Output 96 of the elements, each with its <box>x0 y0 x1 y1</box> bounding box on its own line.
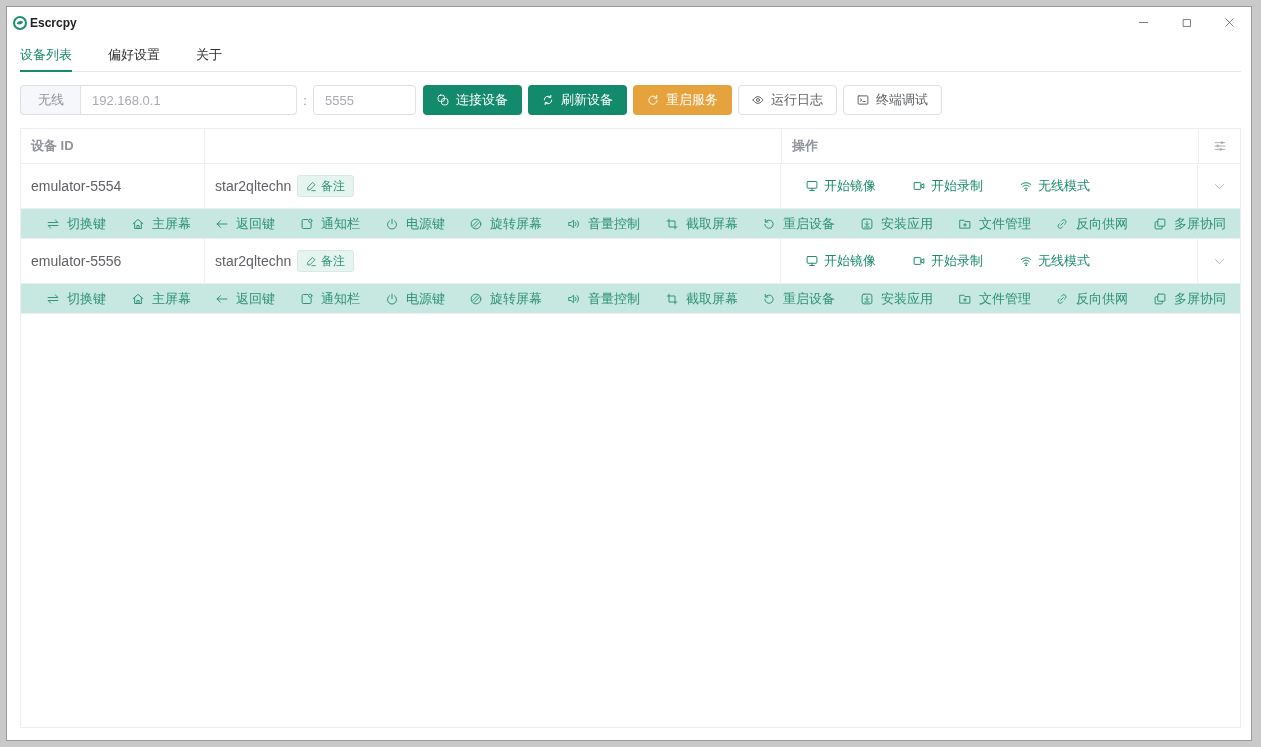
control-button[interactable]: 音量控制 <box>567 214 640 233</box>
control-button[interactable]: 通知栏 <box>300 214 360 233</box>
swap-arrows-icon <box>47 217 59 230</box>
speaker-icon <box>567 217 580 230</box>
control-button[interactable]: 安装应用 <box>860 289 933 308</box>
note-button[interactable]: 备注 <box>297 250 355 272</box>
eye-icon <box>752 94 764 106</box>
circular-arrow-icon <box>763 292 776 305</box>
refresh-button[interactable]: 刷新设备 <box>528 85 627 115</box>
circular-arrow-icon <box>647 94 659 106</box>
monitor-icon <box>806 255 818 267</box>
linked-squares-icon <box>437 94 449 106</box>
notification-icon <box>300 217 313 230</box>
control-button[interactable]: 电源键 <box>385 289 445 308</box>
control-button[interactable]: 文件管理 <box>958 214 1031 233</box>
control-button[interactable]: 截取屏幕 <box>665 214 738 233</box>
row-action-button[interactable]: 无线模式 <box>1020 177 1090 195</box>
control-button[interactable]: 截取屏幕 <box>665 289 738 308</box>
crop-icon <box>665 292 678 305</box>
control-button[interactable]: 反向供网 <box>1056 289 1129 308</box>
control-button[interactable]: 多屏协同 <box>1153 214 1226 233</box>
wifi-icon <box>1020 180 1032 192</box>
separator-label: : <box>302 92 308 108</box>
left-arrow-icon <box>216 217 229 230</box>
tab[interactable]: 设备列表 <box>20 38 72 72</box>
terminal-icon <box>857 94 869 106</box>
control-button[interactable]: 旋转屏幕 <box>470 289 543 308</box>
circular-arrow-icon <box>763 217 776 230</box>
slashed-circle-icon <box>470 217 483 230</box>
restart-service-button[interactable]: 重启服务 <box>633 85 732 115</box>
control-button[interactable]: 重启设备 <box>763 289 836 308</box>
link-icon <box>1056 292 1069 305</box>
swap-arrows-icon <box>47 292 59 305</box>
control-button[interactable]: 多屏协同 <box>1153 289 1226 308</box>
control-button[interactable]: 返回键 <box>216 289 276 308</box>
device-id: emulator-5554 <box>31 178 122 194</box>
folder-icon <box>958 217 971 230</box>
left-arrow-icon <box>216 292 229 305</box>
monitor-icon <box>806 180 818 192</box>
control-button[interactable]: 反向供网 <box>1056 214 1129 233</box>
power-icon <box>385 292 398 305</box>
control-button[interactable]: 主屏幕 <box>131 289 191 308</box>
folder-icon <box>958 292 971 305</box>
input-prefix-label: 无线 <box>20 85 80 115</box>
control-button[interactable]: 文件管理 <box>958 289 1031 308</box>
close-icon[interactable] <box>1224 17 1235 28</box>
home-icon <box>131 292 144 305</box>
row-action-button[interactable]: 开始录制 <box>913 252 983 270</box>
tab[interactable]: 偏好设置 <box>108 38 160 72</box>
column-header: 操作 <box>781 129 1198 163</box>
device-name: star2qltechn <box>215 253 292 269</box>
video-camera-icon <box>913 255 925 267</box>
control-button[interactable]: 电源键 <box>385 214 445 233</box>
link-icon <box>1056 217 1069 230</box>
control-button[interactable]: 安装应用 <box>860 214 933 233</box>
row-action-button[interactable]: 开始录制 <box>913 177 983 195</box>
video-camera-icon <box>913 180 925 192</box>
row-action-button[interactable]: 开始镜像 <box>806 177 876 195</box>
host-input[interactable]: 192.168.0.1 <box>80 85 297 115</box>
column-header: 设备 ID <box>21 129 205 163</box>
tab[interactable]: 关于 <box>196 38 222 72</box>
sliders-icon[interactable] <box>1213 140 1226 152</box>
power-icon <box>385 217 398 230</box>
control-button[interactable]: 切换键 <box>47 289 106 308</box>
control-button[interactable]: 返回键 <box>216 214 276 233</box>
pencil-icon <box>306 255 318 267</box>
crop-icon <box>665 217 678 230</box>
notification-icon <box>300 292 313 305</box>
device-id: emulator-5556 <box>31 253 122 269</box>
maximize-icon[interactable] <box>1181 17 1192 28</box>
control-button[interactable]: 旋转屏幕 <box>470 214 543 233</box>
download-icon <box>860 292 873 305</box>
app-logo-icon <box>13 15 27 30</box>
home-icon <box>131 217 144 230</box>
copy-icon <box>1153 217 1166 230</box>
control-button[interactable]: 通知栏 <box>300 289 360 308</box>
row-action-button[interactable]: 开始镜像 <box>806 252 876 270</box>
connect-button[interactable]: 连接设备 <box>423 85 522 115</box>
control-button[interactable]: 主屏幕 <box>131 214 191 233</box>
device-name: star2qltechn <box>215 178 292 194</box>
slashed-circle-icon <box>470 292 483 305</box>
control-button[interactable]: 切换键 <box>47 214 106 233</box>
refresh-icon <box>542 94 554 106</box>
log-button[interactable]: 运行日志 <box>738 85 837 115</box>
port-input[interactable]: 5555 <box>313 85 416 115</box>
wifi-icon <box>1020 255 1032 267</box>
window-title: Escrcpy <box>30 15 77 30</box>
pencil-icon <box>306 180 318 192</box>
copy-icon <box>1153 292 1166 305</box>
control-button[interactable]: 重启设备 <box>763 214 836 233</box>
note-button[interactable]: 备注 <box>297 175 355 197</box>
row-action-button[interactable]: 无线模式 <box>1020 252 1090 270</box>
control-button[interactable]: 音量控制 <box>567 289 640 308</box>
terminal-button[interactable]: 终端调试 <box>843 85 942 115</box>
speaker-icon <box>567 292 580 305</box>
download-icon <box>860 217 873 230</box>
